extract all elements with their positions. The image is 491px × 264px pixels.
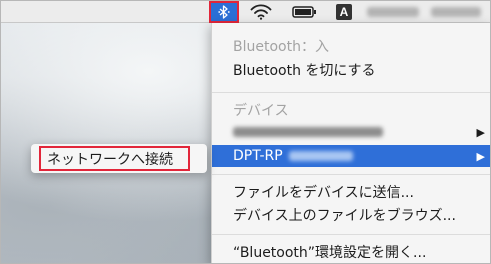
menu-bar: A <box>1 1 490 23</box>
input-source-label: A <box>336 4 352 20</box>
submenu-arrow-icon: ▶ <box>476 149 485 163</box>
devices-header: デバイス <box>233 103 289 119</box>
menu-separator <box>212 92 490 93</box>
input-source-icon[interactable]: A <box>335 1 353 23</box>
send-file-item[interactable]: ファイルをデバイスに送信... <box>212 181 490 203</box>
bluetooth-toggle-item[interactable]: Bluetooth を切にする <box>212 59 490 81</box>
bluetooth-menu: Bluetooth：入 Bluetooth を切にする デバイス ▶ DPT-R… <box>211 23 490 263</box>
menu-separator <box>212 234 490 235</box>
device-item-redacted[interactable]: ▶ <box>212 121 490 143</box>
menu-separator <box>212 174 490 175</box>
user-redacted <box>431 7 481 17</box>
device-name: DPT-RP <box>233 148 283 164</box>
device-name-redacted <box>233 127 383 137</box>
open-bluetooth-prefs-item[interactable]: “Bluetooth”環境設定を開く... <box>212 241 490 263</box>
submenu-arrow-icon: ▶ <box>476 125 485 139</box>
device-submenu: ネットワークへ接続 <box>31 144 207 173</box>
browse-files-item[interactable]: デバイス上のファイルをブラウズ... <box>212 204 490 226</box>
device-serial-redacted <box>288 151 353 161</box>
bluetooth-status: Bluetooth：入 <box>233 39 329 55</box>
connect-to-network-item[interactable]: ネットワークへ接続 <box>39 146 190 171</box>
clock-redacted <box>367 7 419 17</box>
battery-icon[interactable] <box>290 1 320 23</box>
bluetooth-icon[interactable] <box>209 1 239 23</box>
device-item-dpt-rp[interactable]: DPT-RP ▶ <box>212 145 490 167</box>
wifi-icon[interactable] <box>248 1 274 23</box>
screenshot-frame: A Bluetooth：入 Bluetooth を切にする デバイス ▶ DPT… <box>0 0 491 264</box>
